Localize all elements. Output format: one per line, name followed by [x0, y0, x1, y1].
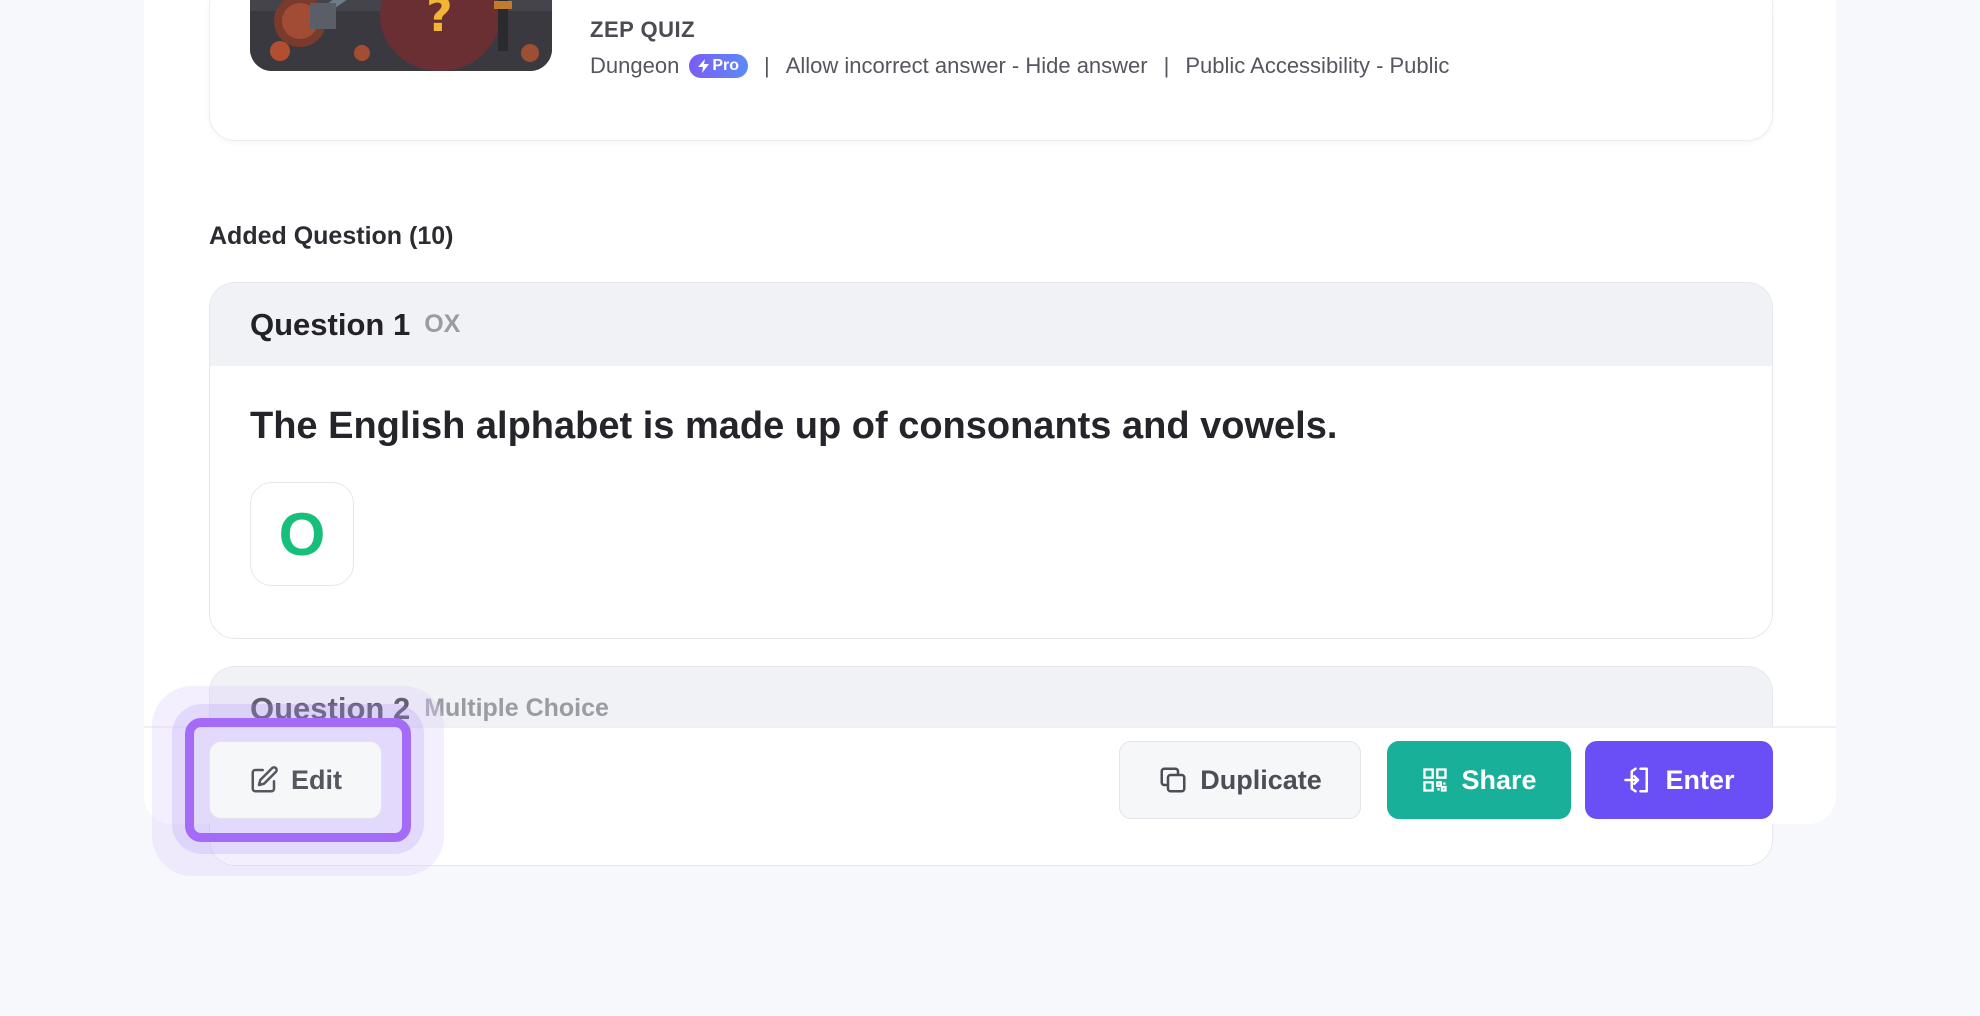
- added-questions-title: Added Question (10): [209, 222, 454, 250]
- enter-icon: [1623, 765, 1653, 795]
- incorrect-answer-setting: Allow incorrect answer - Hide answer: [785, 53, 1148, 78]
- enter-button[interactable]: Enter: [1585, 741, 1773, 819]
- separator: |: [1163, 53, 1170, 78]
- question-card: Question 1 OX The English alphabet is ma…: [209, 282, 1773, 639]
- answer-o-badge: O: [250, 482, 354, 586]
- share-button[interactable]: Share: [1387, 741, 1571, 819]
- share-label: Share: [1461, 764, 1537, 795]
- separator: |: [763, 53, 770, 78]
- svg-text:?: ?: [426, 0, 453, 42]
- edit-label: Edit: [291, 764, 342, 795]
- action-bar: [144, 726, 1836, 824]
- question-number: Question 1: [250, 306, 411, 342]
- quiz-brand: ZEP QUIZ: [590, 17, 696, 42]
- lightning-icon: [698, 59, 710, 73]
- quiz-info-card: ? ZEP QUIZ Dungeon Pro | Allow incorrect…: [209, 0, 1773, 141]
- duplicate-button[interactable]: Duplicate: [1119, 741, 1361, 819]
- edit-button[interactable]: Edit: [209, 741, 382, 819]
- duplicate-icon: [1158, 765, 1188, 795]
- question-type: Multiple Choice: [424, 694, 609, 722]
- pro-badge: Pro: [689, 54, 748, 78]
- question-text: The English alphabet is made up of conso…: [250, 405, 1338, 447]
- question-header: Question 1 OX: [210, 283, 1772, 366]
- accessibility-setting: Public Accessibility - Public: [1185, 53, 1450, 78]
- duplicate-label: Duplicate: [1200, 764, 1322, 795]
- quiz-meta: Dungeon Pro | Allow incorrect answer - H…: [590, 53, 1449, 79]
- edit-icon: [249, 765, 279, 795]
- pro-label: Pro: [712, 57, 739, 74]
- question-type: OX: [424, 310, 461, 338]
- enter-label: Enter: [1665, 764, 1735, 795]
- quiz-thumbnail: ?: [250, 0, 552, 71]
- qr-code-icon: [1421, 766, 1449, 794]
- question-number: Question 2: [250, 690, 411, 726]
- map-name: Dungeon: [590, 53, 680, 78]
